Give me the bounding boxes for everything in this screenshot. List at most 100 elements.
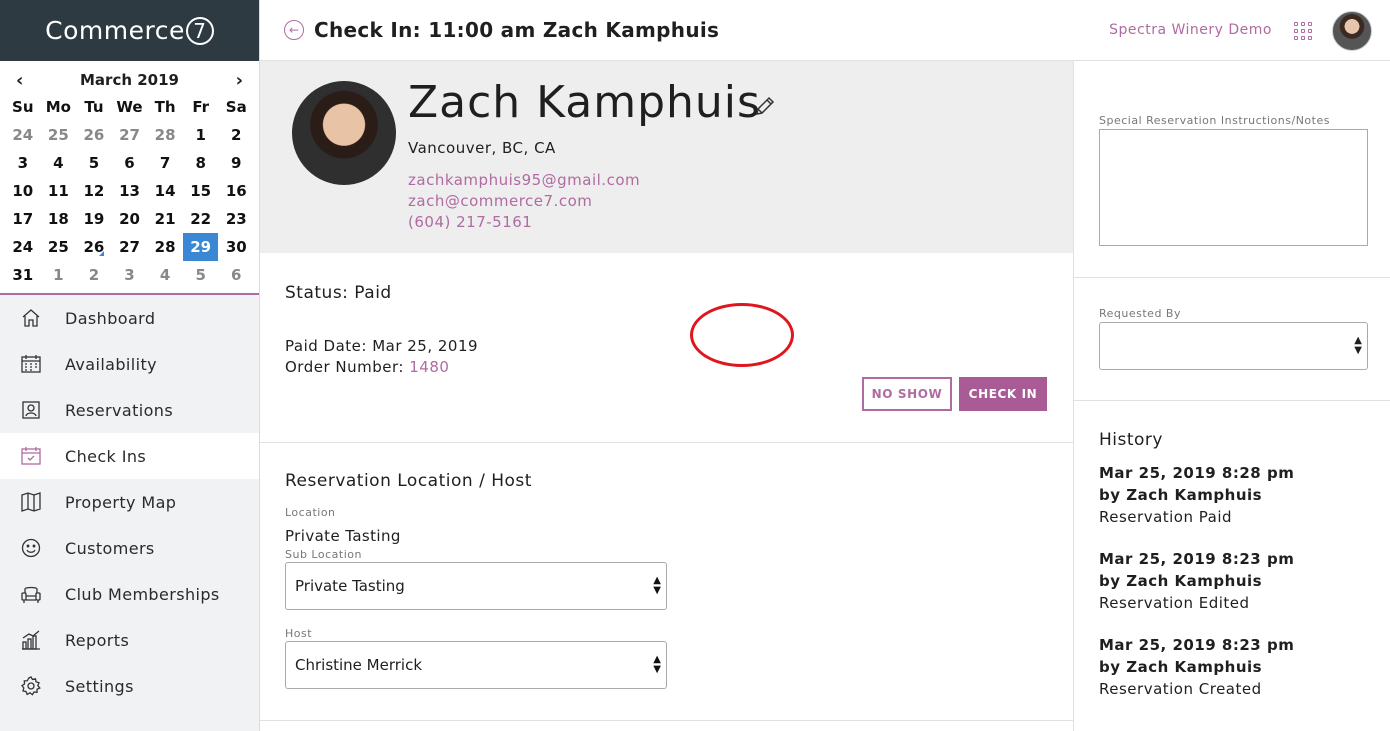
calendar-day[interactable]: 17	[5, 205, 41, 233]
calendar-day[interactable]: 6	[112, 149, 148, 177]
calendar-day[interactable]: 5	[183, 261, 219, 289]
calendar-day[interactable]: 31	[5, 261, 41, 289]
calendar-day-selected[interactable]: 29	[182, 233, 219, 261]
order-number-label: Order Number:	[285, 358, 404, 376]
customer-profile-header: Zach Kamphuis Vancouver, BC, CA zachkamp…	[260, 61, 1073, 253]
history-action: Reservation Paid	[1099, 508, 1233, 526]
calendar-day[interactable]: 24	[5, 121, 41, 149]
calendar-week-row: 17 18 19 20 21 22 23	[0, 205, 259, 233]
notes-textarea[interactable]	[1099, 129, 1368, 246]
calendar-day[interactable]: 25	[41, 121, 77, 149]
map-icon	[20, 491, 42, 513]
calendar-day[interactable]: 22	[183, 205, 219, 233]
apps-grid-icon[interactable]	[1294, 22, 1312, 40]
calendar-day[interactable]: 10	[5, 177, 41, 205]
calendar-day[interactable]: 14	[147, 177, 183, 205]
gear-icon	[20, 675, 42, 697]
user-avatar[interactable]	[1332, 11, 1372, 51]
calendar-prev-month-button[interactable]: ‹	[16, 70, 23, 91]
calendar-day[interactable]: 25	[41, 233, 77, 261]
customer-phone-link[interactable]: (604) 217-5161	[408, 213, 532, 231]
calendar-day[interactable]: 15	[183, 177, 219, 205]
calendar-day[interactable]: 19	[76, 205, 112, 233]
calendar-day[interactable]: 20	[112, 205, 148, 233]
history-date: Mar 25, 2019 8:23 pm	[1099, 636, 1295, 654]
calendar-day[interactable]: 3	[5, 149, 41, 177]
calendar-day[interactable]: 23	[218, 205, 254, 233]
smiley-icon	[20, 537, 42, 559]
calendar-day[interactable]: 16	[218, 177, 254, 205]
weekday-label: Tu	[84, 98, 104, 116]
location-label: Location	[285, 506, 336, 519]
weekday-label: Fr	[192, 98, 210, 116]
calendar-day[interactable]: 4	[41, 149, 77, 177]
calendar-week-row: 10 11 12 13 14 15 16	[0, 177, 259, 205]
history-action: Reservation Created	[1099, 680, 1262, 698]
calendar-day[interactable]: 6	[218, 261, 254, 289]
customer-email-link[interactable]: zachkamphuis95@gmail.com	[408, 171, 640, 189]
calendar-day[interactable]: 27	[112, 233, 148, 261]
history-title: History	[1099, 430, 1163, 450]
sidebar: Commerce 7 ‹ March 2019 › Su Mo Tu We Th …	[0, 0, 260, 731]
sidebar-item-availability[interactable]: Availability	[0, 341, 259, 387]
calendar-day[interactable]: 8	[183, 149, 219, 177]
calendar-day[interactable]: 3	[112, 261, 148, 289]
sidebar-item-dashboard[interactable]: Dashboard	[0, 295, 259, 341]
sub-location-select[interactable]: Private Tasting ▲ ▼	[285, 562, 667, 610]
calendar-day[interactable]: 28	[147, 233, 183, 261]
sidebar-item-check-ins[interactable]: Check Ins	[0, 433, 259, 479]
reservation-card-icon	[20, 399, 42, 421]
sidebar-item-label: Dashboard	[65, 308, 156, 328]
sidebar-item-reservations[interactable]: Reservations	[0, 387, 259, 433]
sidebar-item-label: Customers	[65, 538, 155, 558]
calendar-week-row: 3 4 5 6 7 8 9	[0, 149, 259, 177]
sidebar-item-customers[interactable]: Customers	[0, 525, 259, 571]
calendar-day[interactable]: 7	[147, 149, 183, 177]
no-show-button[interactable]: NO SHOW	[862, 377, 952, 411]
back-arrow-icon[interactable]: ←	[284, 20, 304, 40]
calendar-day[interactable]: 24	[5, 233, 41, 261]
customer-email-link[interactable]: zach@commerce7.com	[408, 192, 592, 210]
top-bar: ← Check In: 11:00 am Zach Kamphuis Spect…	[260, 0, 1390, 61]
calendar-day[interactable]: 4	[147, 261, 183, 289]
calendar-day[interactable]: 2	[76, 261, 112, 289]
weekday-label: Th	[154, 98, 176, 116]
order-number-link[interactable]: 1480	[409, 358, 449, 376]
calendar-weekday-row: Su Mo Tu We Th Fr Sa	[0, 93, 259, 121]
select-arrows-icon: ▲ ▼	[1354, 335, 1362, 356]
sidebar-item-club-memberships[interactable]: Club Memberships	[0, 571, 259, 617]
calendar-day[interactable]: 18	[41, 205, 77, 233]
sidebar-item-settings[interactable]: Settings	[0, 663, 259, 709]
paid-date-text: Paid Date: Mar 25, 2019	[285, 337, 479, 355]
host-select[interactable]: Christine Merrick ▲ ▼	[285, 641, 667, 689]
calendar-day[interactable]: 1	[183, 121, 219, 149]
calendar-day[interactable]: 26	[76, 121, 112, 149]
calendar-day[interactable]: 5	[76, 149, 112, 177]
history-author: by Zach Kamphuis	[1099, 658, 1263, 676]
requested-by-select[interactable]: ▲ ▼	[1099, 322, 1368, 370]
calendar-day[interactable]: 2	[218, 121, 254, 149]
calendar-day[interactable]: 30	[218, 233, 254, 261]
pencil-edit-icon[interactable]	[754, 95, 776, 117]
weekday-label: Mo	[45, 98, 71, 116]
store-switcher-link[interactable]: Spectra Winery Demo	[1109, 22, 1272, 38]
calendar-next-month-button[interactable]: ›	[236, 70, 243, 91]
calendar-day[interactable]: 11	[41, 177, 77, 205]
calendar-day[interactable]: 12	[76, 177, 112, 205]
calendar-day[interactable]: 9	[218, 149, 254, 177]
calendar-day-marked[interactable]: 26	[76, 233, 112, 261]
calendar-day[interactable]: 28	[147, 121, 183, 149]
calendar-day[interactable]: 21	[147, 205, 183, 233]
calendar-day[interactable]: 27	[112, 121, 148, 149]
requested-by-label: Requested By	[1099, 307, 1181, 320]
calendar-day[interactable]: 1	[41, 261, 77, 289]
sidebar-item-reports[interactable]: Reports	[0, 617, 259, 663]
calendar-day[interactable]: 13	[112, 177, 148, 205]
divider	[1074, 400, 1390, 401]
check-in-button[interactable]: CHECK IN	[959, 377, 1047, 411]
divider	[1074, 277, 1390, 278]
sidebar-item-property-map[interactable]: Property Map	[0, 479, 259, 525]
sidebar-item-label: Availability	[65, 354, 158, 374]
history-date: Mar 25, 2019 8:28 pm	[1099, 464, 1295, 482]
app-logo[interactable]: Commerce 7	[0, 0, 259, 61]
